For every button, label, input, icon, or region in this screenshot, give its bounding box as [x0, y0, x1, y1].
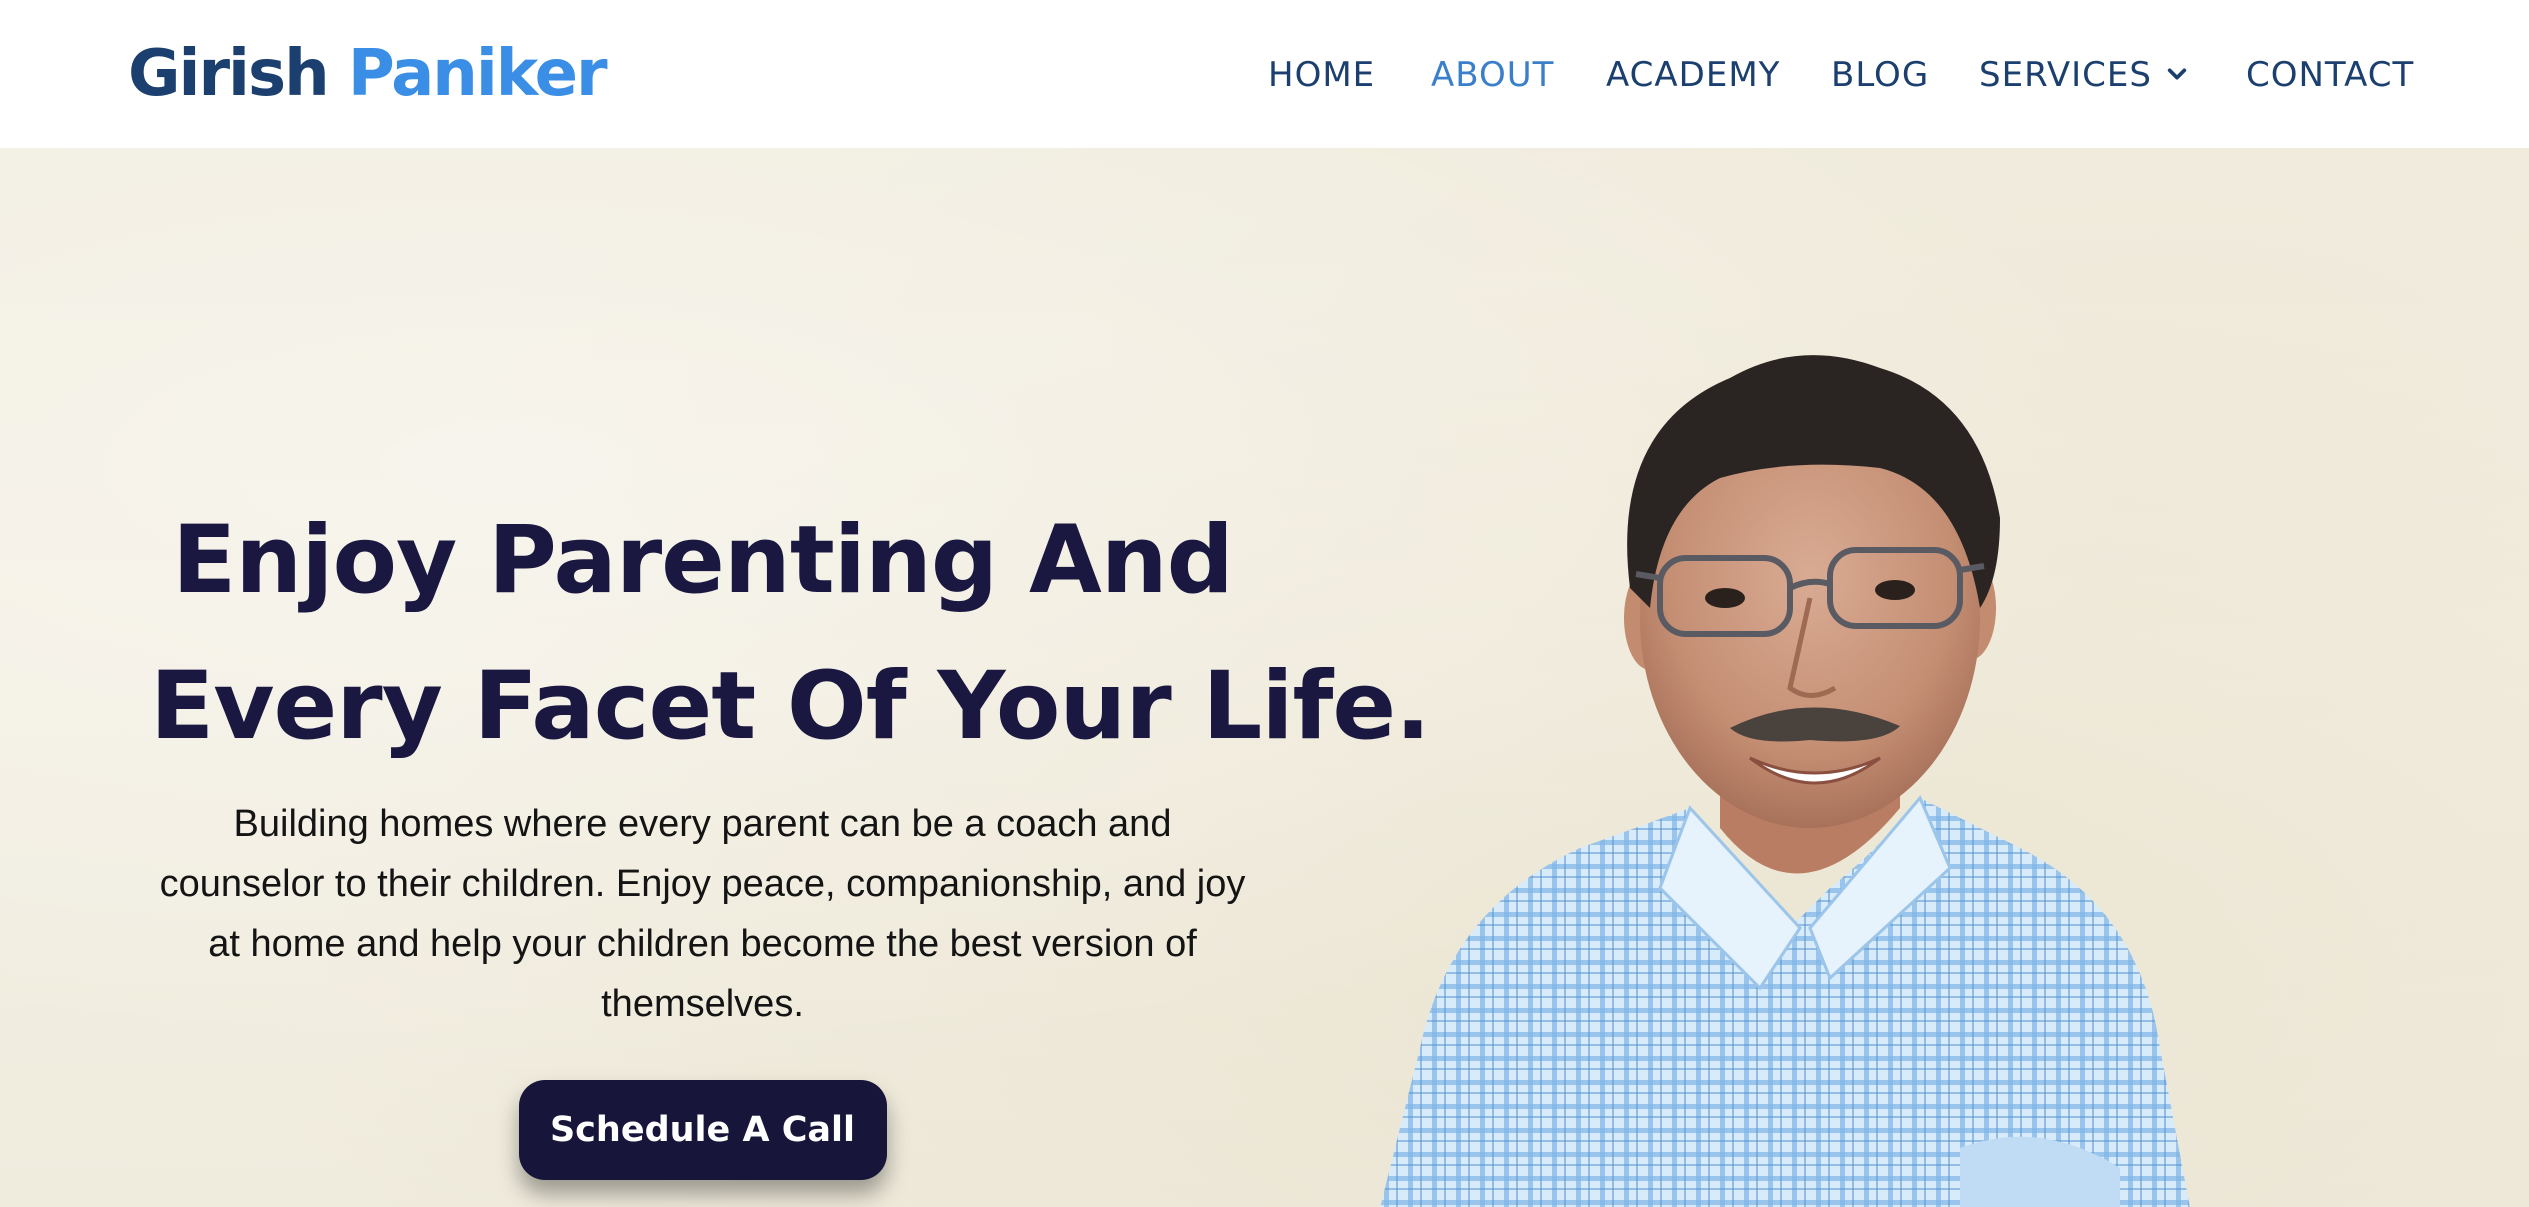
site-header: Girish Paniker HOME ABOUT ACADEMY BLOG S…: [0, 0, 2529, 148]
nav-item-academy[interactable]: ACADEMY: [1606, 50, 1780, 100]
nav-item-services-label: SERVICES: [1979, 55, 2152, 95]
hero-description: Building homes where every parent can be…: [159, 803, 1246, 1025]
hero-headline-line-1: Enjoy Parenting And: [172, 506, 1234, 615]
hero-content: Enjoy Parenting And Every Facet Of Your …: [150, 488, 1431, 1180]
schedule-call-button[interactable]: Schedule A Call: [518, 1080, 887, 1180]
nav-item-about[interactable]: ABOUT: [1431, 50, 1554, 100]
nav-item-contact[interactable]: CONTACT: [2246, 50, 2414, 100]
nav-item-home[interactable]: HOME: [1268, 50, 1375, 100]
hero-headline-line-2: Every Facet Of Your Life.: [150, 652, 1431, 761]
hero-headline: Enjoy Parenting And Every Facet Of Your …: [150, 488, 1431, 780]
nav-item-services[interactable]: SERVICES: [1979, 50, 2188, 100]
hero-section: Enjoy Parenting And Every Facet Of Your …: [0, 148, 2529, 1207]
nav-item-blog[interactable]: BLOG: [1831, 50, 1929, 100]
chevron-down-icon: [2167, 68, 2187, 79]
main-nav: HOME ABOUT ACADEMY BLOG SERVICES CONTACT: [0, 0, 2529, 148]
portrait-photo: [1380, 355, 2190, 1207]
